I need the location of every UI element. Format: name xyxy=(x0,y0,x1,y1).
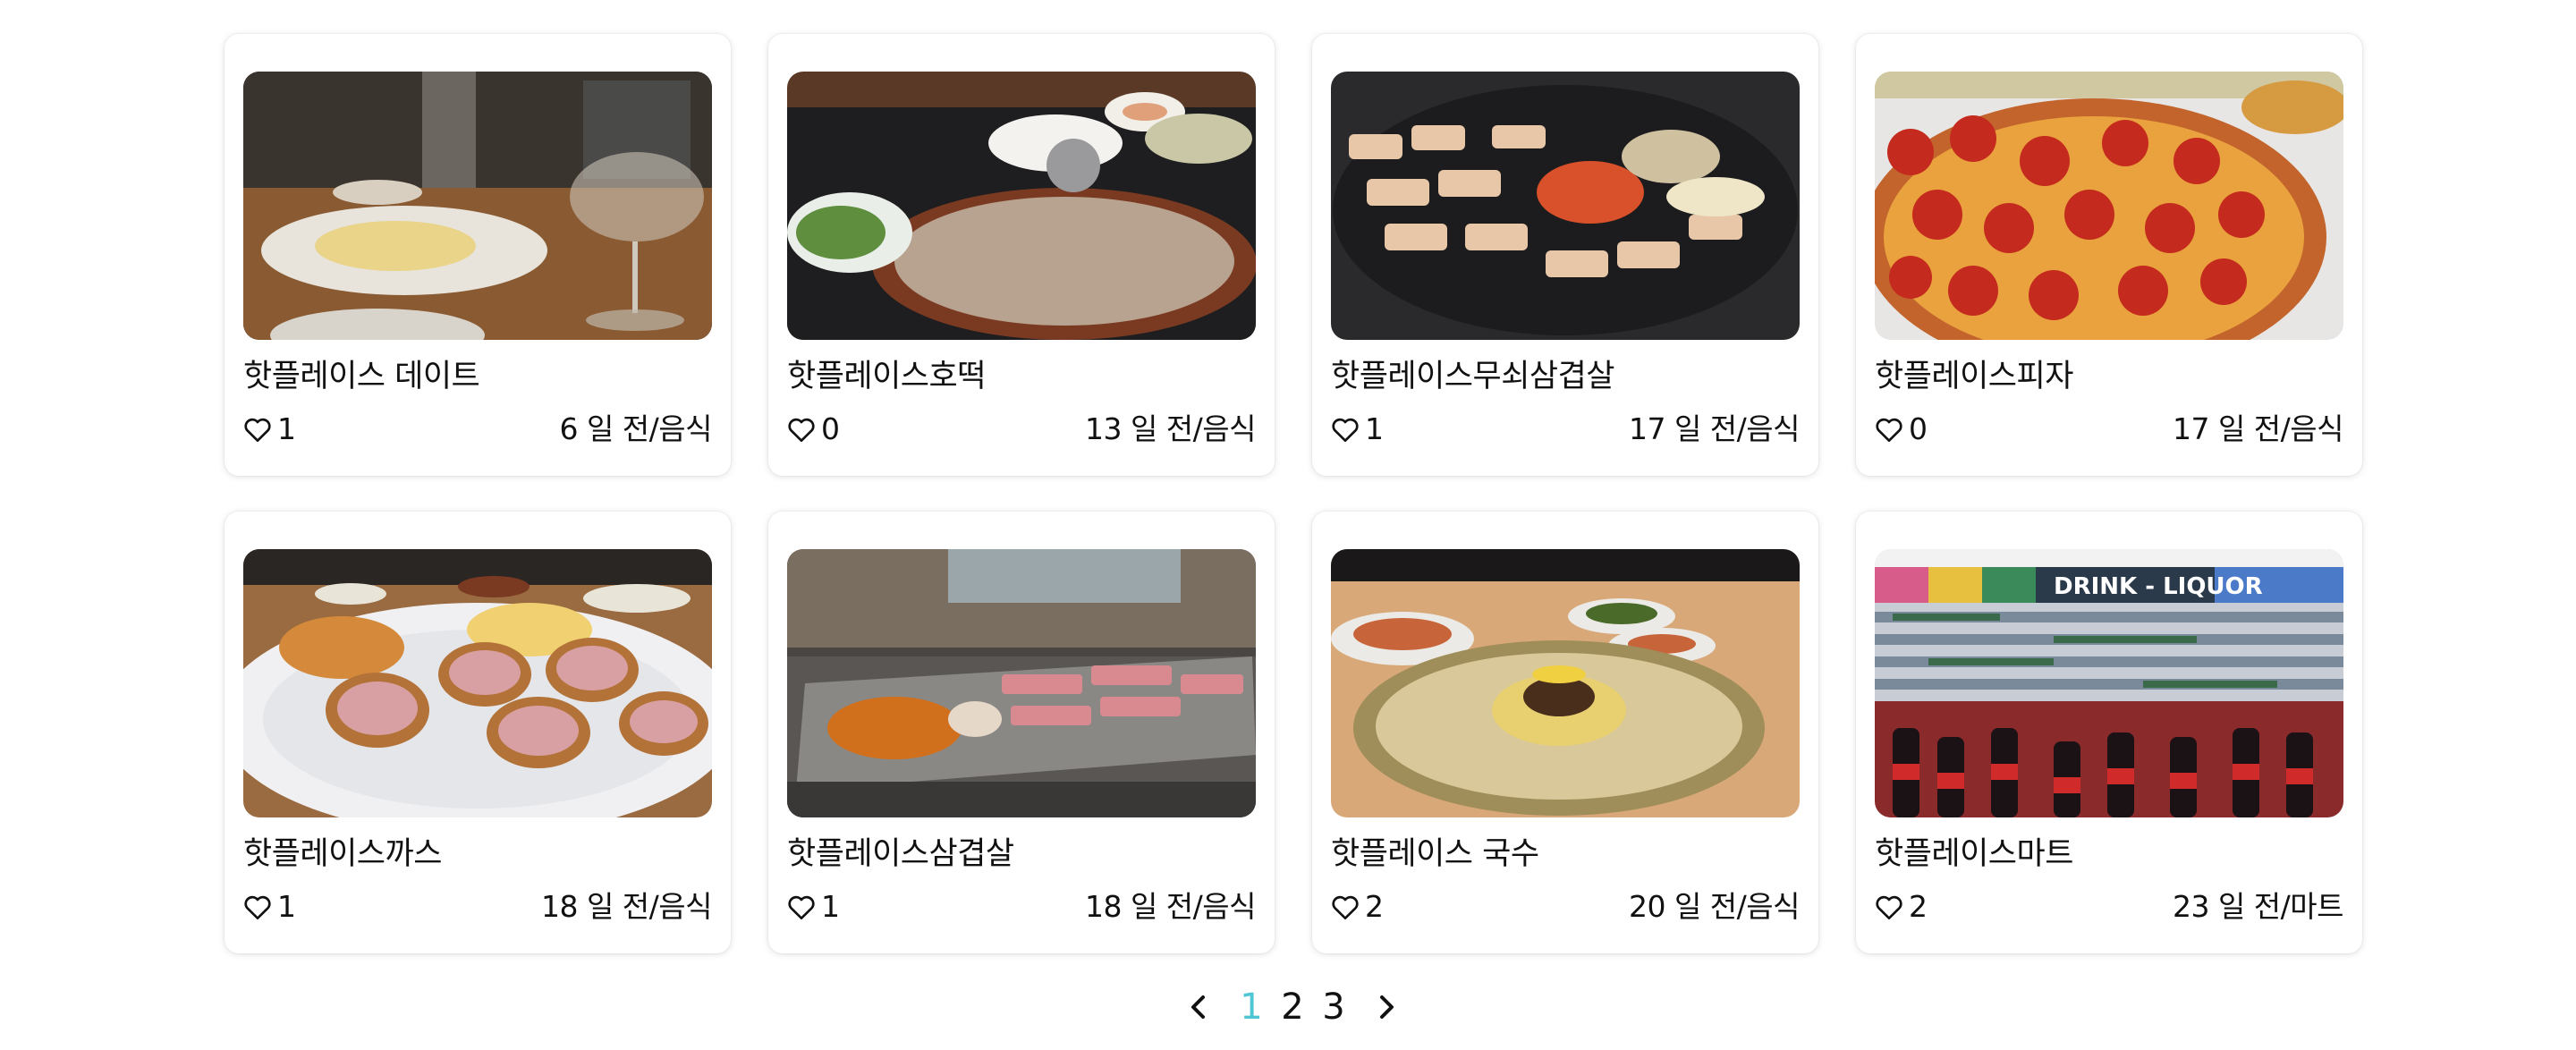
like-count: 1 xyxy=(277,889,296,924)
store-sign-text: DRINK - LIQUOR xyxy=(2054,573,2263,600)
post-meta: 0 13 일 전/음식 xyxy=(787,410,1257,449)
like-counter: 1 xyxy=(787,887,840,927)
post-meta: 2 23 일 전/마트 xyxy=(1875,887,2344,927)
like-counter: 1 xyxy=(1331,410,1384,449)
heart-icon[interactable] xyxy=(243,893,272,920)
page-link-1[interactable]: 1 xyxy=(1231,986,1272,1028)
page-link-3[interactable]: 3 xyxy=(1313,986,1354,1028)
post-meta: 2 20 일 전/음식 xyxy=(1331,887,1801,927)
like-counter: 0 xyxy=(1875,410,1928,449)
post-title[interactable]: 핫플레이스삼겹살 xyxy=(787,834,1256,875)
pagination: 1 2 3 xyxy=(1172,982,1413,1032)
like-counter: 0 xyxy=(787,410,840,449)
post-meta: 1 6 일 전/음식 xyxy=(243,410,712,449)
post-date-category: 18 일 전/음식 xyxy=(1084,889,1257,924)
post-date-category: 20 일 전/음식 xyxy=(1628,889,1801,924)
like-counter: 2 xyxy=(1875,887,1928,927)
post-thumbnail[interactable] xyxy=(243,549,712,817)
post-date-category: 13 일 전/음식 xyxy=(1084,411,1257,446)
chevron-right-icon[interactable] xyxy=(1367,987,1406,1027)
post-title[interactable]: 핫플레이스마트 xyxy=(1875,834,2343,875)
like-counter: 1 xyxy=(243,410,296,449)
post-date-category: 17 일 전/음식 xyxy=(2172,411,2344,446)
post-date-category: 17 일 전/음식 xyxy=(1628,411,1801,446)
chevron-left-icon[interactable] xyxy=(1179,987,1218,1027)
post-thumbnail[interactable] xyxy=(1875,72,2343,340)
heart-icon[interactable] xyxy=(243,416,272,443)
post-date-category: 18 일 전/음식 xyxy=(540,889,713,924)
heart-icon[interactable] xyxy=(787,416,816,443)
post-thumbnail[interactable]: DRINK - LIQUOR xyxy=(1875,549,2343,817)
heart-icon[interactable] xyxy=(787,893,816,920)
post-card[interactable]: DRINK - LIQUOR 핫플레이스마트 2 23 일 전/마트 xyxy=(1856,512,2362,953)
post-date-category: 23 일 전/마트 xyxy=(2172,889,2344,924)
post-card[interactable]: 핫플레이스 국수 2 20 일 전/음식 xyxy=(1312,512,1818,953)
post-title[interactable]: 핫플레이스호떡 xyxy=(787,356,1256,397)
post-thumbnail[interactable] xyxy=(1331,549,1800,817)
like-count: 0 xyxy=(821,411,840,446)
post-title[interactable]: 핫플레이스피자 xyxy=(1875,356,2343,397)
heart-icon[interactable] xyxy=(1875,416,1903,443)
post-thumbnail[interactable] xyxy=(1331,72,1800,340)
heart-icon[interactable] xyxy=(1875,893,1903,920)
post-meta: 1 17 일 전/음식 xyxy=(1331,410,1801,449)
page-link-2[interactable]: 2 xyxy=(1272,986,1313,1028)
post-thumbnail[interactable] xyxy=(243,72,712,340)
post-card[interactable]: 핫플레이스호떡 0 13 일 전/음식 xyxy=(768,34,1275,476)
post-title[interactable]: 핫플레이스까스 xyxy=(243,834,712,875)
post-title[interactable]: 핫플레이스 국수 xyxy=(1331,834,1800,875)
heart-icon[interactable] xyxy=(1331,893,1360,920)
like-count: 1 xyxy=(821,889,840,924)
post-card[interactable]: 핫플레이스까스 1 18 일 전/음식 xyxy=(225,512,731,953)
post-meta: 0 17 일 전/음식 xyxy=(1875,410,2344,449)
post-card[interactable]: 핫플레이스무쇠삼겹살 1 17 일 전/음식 xyxy=(1312,34,1818,476)
post-meta: 1 18 일 전/음식 xyxy=(243,887,713,927)
like-count: 0 xyxy=(1909,411,1928,446)
post-grid: 핫플레이스 데이트 1 6 일 전/음식 핫플레이스호떡 0 13 일 전/음식… xyxy=(225,34,2362,953)
post-card[interactable]: 핫플레이스 데이트 1 6 일 전/음식 xyxy=(225,34,731,476)
heart-icon[interactable] xyxy=(1331,416,1360,443)
like-count: 2 xyxy=(1365,889,1384,924)
post-title[interactable]: 핫플레이스 데이트 xyxy=(243,356,712,397)
post-card[interactable]: 핫플레이스피자 0 17 일 전/음식 xyxy=(1856,34,2362,476)
like-counter: 2 xyxy=(1331,887,1384,927)
post-date-category: 6 일 전/음식 xyxy=(559,411,712,446)
like-count: 1 xyxy=(277,411,296,446)
like-counter: 1 xyxy=(243,887,296,927)
post-meta: 1 18 일 전/음식 xyxy=(787,887,1257,927)
post-thumbnail[interactable] xyxy=(787,549,1256,817)
post-card[interactable]: 핫플레이스삼겹살 1 18 일 전/음식 xyxy=(768,512,1275,953)
post-thumbnail[interactable] xyxy=(787,72,1256,340)
like-count: 1 xyxy=(1365,411,1384,446)
like-count: 2 xyxy=(1909,889,1928,924)
post-title[interactable]: 핫플레이스무쇠삼겹살 xyxy=(1331,356,1800,397)
